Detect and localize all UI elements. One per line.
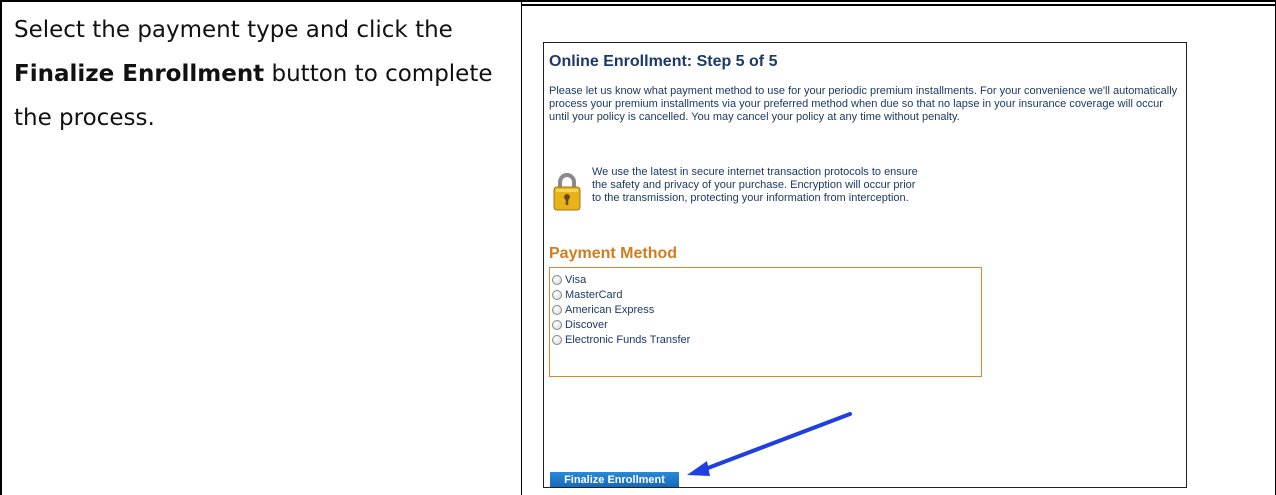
table-row-rule [0,0,1276,2]
pointer-arrow-icon [687,412,852,476]
instruction-line-1: Select the payment type and click the [14,17,453,43]
instruction-line-2: Finalize Enrollment button to complete [14,52,514,96]
instruction-line-3: the process. [14,105,155,131]
enrollment-screenshot: Online Enrollment: Step 5 of 5 Please le… [543,42,1187,488]
instruction-text: Select the payment type and click the Fi… [14,8,514,140]
instruction-bold: Finalize Enrollment [14,61,265,87]
instruction-line-2-rest: button to complete [264,61,493,87]
table-cell-rule-top [522,4,1275,6]
table-border-mid [521,0,522,495]
table-border-left [0,0,2,495]
